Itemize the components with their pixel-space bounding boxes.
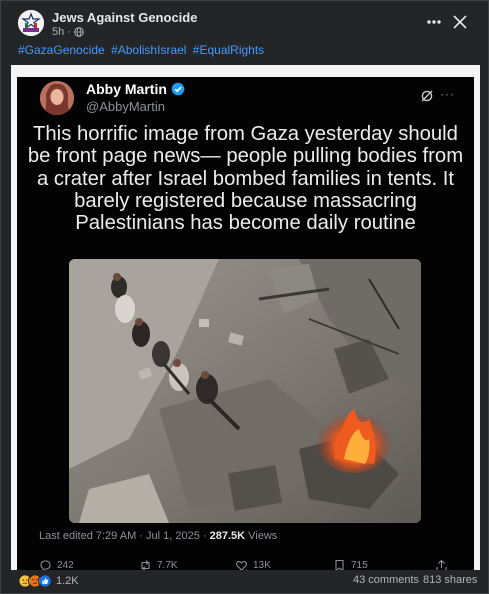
globe-icon	[74, 27, 84, 37]
tweet-screenshot: Abby Martin @AbbyMartin ··· This horrifi…	[17, 77, 474, 570]
post-meta: 5h ·	[52, 26, 84, 38]
tweet-action-bookmark: 715	[333, 559, 368, 570]
meta-separator: ·	[67, 26, 71, 38]
tweet-views-count: 287.5K	[209, 530, 246, 542]
reactions-count: 1.2K	[56, 575, 79, 587]
hashtag-equalrights[interactable]: #EqualRights	[193, 43, 264, 57]
tweet-name-text: Abby Martin	[86, 81, 167, 97]
rubble-photo	[69, 259, 421, 523]
verified-badge-icon	[171, 82, 185, 96]
page-name[interactable]: Jews Against Genocide	[52, 10, 197, 25]
bookmark-count: 715	[351, 560, 368, 570]
tweet-author-name: Abby Martin	[86, 81, 185, 97]
page-avatar[interactable]	[18, 10, 44, 36]
tweet-edited: Last edited 7:29 AM · Jul 1, 2025 ·	[39, 530, 210, 542]
retweet-count: 7.7K	[157, 560, 178, 570]
hashtag-gazagenocide[interactable]: #GazaGenocide	[18, 43, 105, 57]
tweet-action-like: 13K	[235, 559, 271, 570]
reply-icon	[40, 560, 51, 570]
tweet-avatar-photo	[40, 81, 74, 115]
reply-count: 242	[57, 560, 74, 570]
close-icon[interactable]	[450, 12, 470, 32]
tweet-handle: @AbbyMartin	[86, 99, 165, 114]
post-header: Jews Against Genocide 5h ·	[1, 1, 489, 41]
like-reaction-icon	[38, 574, 52, 588]
tweet-views-label: Views	[245, 530, 278, 542]
retweet-icon	[141, 560, 150, 570]
comments-count[interactable]: 43 comments	[353, 574, 419, 586]
hashtags: #GazaGenocide #AbolishIsrael #EqualRight…	[18, 43, 267, 57]
hashtag-abolishisrael[interactable]: #AbolishIsrael	[111, 43, 186, 57]
like-icon	[235, 561, 248, 570]
facebook-post: Jews Against Genocide 5h · #GazaGenocide…	[0, 0, 489, 594]
share-icon	[436, 559, 447, 570]
tweet-more-icon: ···	[440, 87, 455, 101]
tweet-action-share	[435, 559, 448, 570]
tweet-text: This horrific image from Gaza yesterday …	[27, 123, 464, 235]
tweet-stats: Last edited 7:29 AM · Jul 1, 2025 · 287.…	[39, 530, 277, 542]
post-time[interactable]: 5h	[52, 26, 64, 38]
tweet-action-retweet: 7.7K	[139, 559, 178, 570]
tweet-actions: 242 7.7K 13K 715	[39, 559, 459, 570]
grok-icon	[421, 90, 433, 102]
post-image[interactable]: Abby Martin @AbbyMartin ··· This horrifi…	[11, 65, 480, 570]
reactions-summary[interactable]: 1.2K	[18, 574, 79, 588]
shares-count[interactable]: 813 shares	[423, 574, 477, 586]
page-logo-icon	[18, 10, 44, 36]
bookmark-icon	[335, 559, 344, 570]
tweet-photo	[69, 259, 421, 523]
tweet-avatar	[40, 81, 74, 115]
like-count: 13K	[253, 560, 271, 570]
more-horizontal-icon[interactable]	[422, 12, 446, 32]
tweet-action-reply: 242	[39, 559, 74, 570]
